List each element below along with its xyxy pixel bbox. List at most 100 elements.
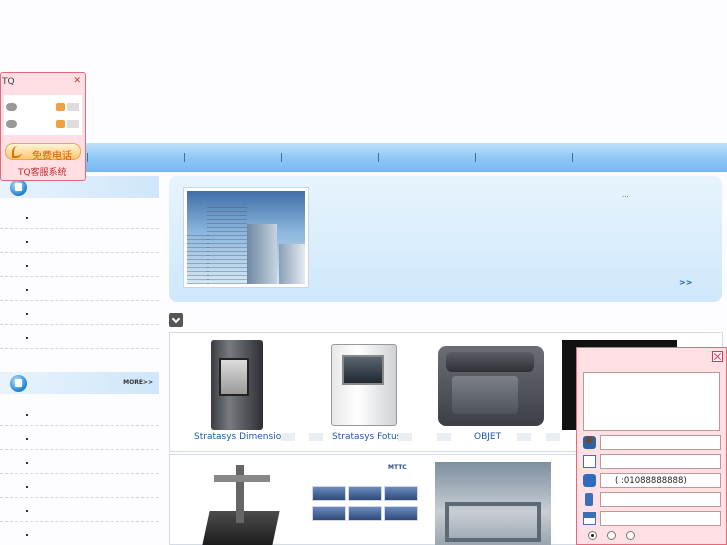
mail-icon bbox=[583, 455, 596, 468]
faded-label bbox=[517, 433, 531, 441]
cloud-icon bbox=[6, 103, 17, 111]
nav-separator bbox=[475, 153, 476, 162]
skyscraper-image bbox=[187, 191, 305, 284]
home-icon bbox=[583, 512, 596, 525]
message-icon[interactable] bbox=[67, 120, 79, 128]
nav-separator bbox=[572, 153, 573, 162]
sidebar-item[interactable] bbox=[0, 253, 159, 277]
part-tile bbox=[384, 486, 418, 501]
nav-separator bbox=[184, 153, 185, 162]
banner-more-link[interactable]: >> bbox=[679, 278, 692, 287]
form-row-address bbox=[583, 511, 721, 526]
bullet-icon bbox=[26, 241, 28, 243]
sidebar-item[interactable] bbox=[0, 325, 159, 349]
tq-agent-row[interactable] bbox=[6, 102, 80, 114]
message-icon[interactable] bbox=[67, 103, 79, 111]
fortus-printer-image[interactable] bbox=[331, 344, 397, 426]
objet-printer-image[interactable] bbox=[438, 346, 544, 426]
faded-label bbox=[309, 433, 323, 441]
form-row-email bbox=[583, 454, 721, 469]
sidebar-header-products: MORE>> bbox=[0, 372, 159, 394]
printer-window bbox=[342, 355, 384, 385]
tq-agent-list bbox=[4, 95, 82, 135]
part-tile bbox=[348, 486, 382, 501]
sidebar-item[interactable] bbox=[0, 450, 159, 474]
sidebar-item[interactable] bbox=[0, 277, 159, 301]
user-icon bbox=[583, 436, 596, 449]
tower-shape bbox=[187, 234, 209, 284]
product-label[interactable]: Stratasys Fotus bbox=[332, 432, 401, 442]
sidebar-item[interactable] bbox=[0, 474, 159, 498]
part-tile bbox=[312, 486, 346, 501]
tower-shape bbox=[279, 244, 305, 284]
bullet-icon bbox=[26, 313, 28, 315]
bullet-icon bbox=[26, 217, 28, 219]
bullet-icon bbox=[26, 510, 28, 512]
main-nav-bar bbox=[0, 143, 727, 172]
machine-post bbox=[236, 465, 244, 523]
chat-icon[interactable] bbox=[56, 120, 65, 128]
sidebar-item[interactable] bbox=[0, 402, 159, 426]
globe-icon bbox=[10, 375, 27, 392]
more-link[interactable]: MORE>> bbox=[123, 379, 153, 386]
part-tile bbox=[312, 506, 346, 521]
printer-window bbox=[219, 358, 249, 396]
product-label[interactable]: Stratasys Dimension bbox=[194, 432, 287, 442]
free-call-button[interactable]: 免费电话 bbox=[5, 143, 81, 162]
bullet-icon bbox=[26, 462, 28, 464]
form-row-phone: ( :01088888888) bbox=[583, 473, 721, 488]
page: { "tq": { "title": "TQ", "close": "✕", "… bbox=[0, 0, 727, 545]
mobile-field[interactable] bbox=[600, 492, 721, 507]
mobile-icon bbox=[585, 493, 593, 506]
sidebar-item[interactable] bbox=[0, 301, 159, 325]
radio-option[interactable] bbox=[626, 531, 635, 540]
cloud-icon bbox=[6, 120, 17, 128]
intro-ellipsis: ... bbox=[622, 191, 629, 199]
nav-separator bbox=[87, 153, 88, 162]
phone-field[interactable]: ( :01088888888) bbox=[600, 473, 721, 488]
factory-photo[interactable] bbox=[435, 462, 551, 545]
message-textarea[interactable] bbox=[583, 372, 720, 431]
close-icon[interactable] bbox=[712, 351, 723, 362]
dimension-printer-image[interactable] bbox=[211, 340, 263, 430]
radio-option[interactable] bbox=[607, 531, 616, 540]
sidebar-item[interactable] bbox=[0, 498, 159, 522]
product-label[interactable]: OBJET bbox=[474, 432, 501, 442]
chat-icon[interactable] bbox=[56, 103, 65, 111]
printer-door bbox=[452, 376, 518, 414]
cmm-machine-image[interactable] bbox=[202, 465, 280, 545]
bullet-icon bbox=[26, 486, 28, 488]
tq-agent-row[interactable] bbox=[6, 119, 80, 131]
sidebar-item[interactable] bbox=[0, 426, 159, 450]
bullet-icon bbox=[26, 414, 28, 416]
name-field[interactable] bbox=[600, 435, 721, 450]
phone-icon bbox=[583, 474, 596, 487]
radio-option[interactable] bbox=[588, 531, 597, 540]
form-row-mobile bbox=[583, 492, 721, 507]
nav-separator bbox=[378, 153, 379, 162]
sidebar-item[interactable] bbox=[0, 522, 159, 545]
sidebar-item[interactable] bbox=[0, 205, 159, 229]
bullet-icon bbox=[26, 534, 28, 536]
address-field[interactable] bbox=[600, 511, 721, 526]
nav-separator bbox=[281, 153, 282, 162]
tower-shape bbox=[207, 204, 247, 284]
tq-chat-widget: TQ ✕ 免费电话 TQ客服系统 bbox=[0, 72, 86, 181]
building-photo[interactable] bbox=[183, 187, 309, 288]
parts-logo: MTTC bbox=[388, 464, 407, 471]
tq-footer: TQ客服系统 bbox=[18, 168, 67, 178]
tq-title: TQ bbox=[2, 77, 15, 87]
email-field[interactable] bbox=[600, 454, 721, 469]
machine-frame bbox=[445, 502, 541, 542]
bullet-icon bbox=[26, 265, 28, 267]
sidebar-item[interactable] bbox=[0, 229, 159, 253]
tower-shape bbox=[247, 224, 277, 284]
faded-label bbox=[437, 433, 451, 441]
form-row-name bbox=[583, 435, 721, 450]
phone-icon bbox=[12, 146, 22, 158]
bullet-icon bbox=[26, 337, 28, 339]
chevron-down-icon[interactable] bbox=[169, 313, 183, 327]
faded-label bbox=[398, 433, 412, 441]
close-icon[interactable]: ✕ bbox=[73, 76, 81, 86]
parts-collage-image[interactable]: MTTC bbox=[310, 462, 422, 528]
